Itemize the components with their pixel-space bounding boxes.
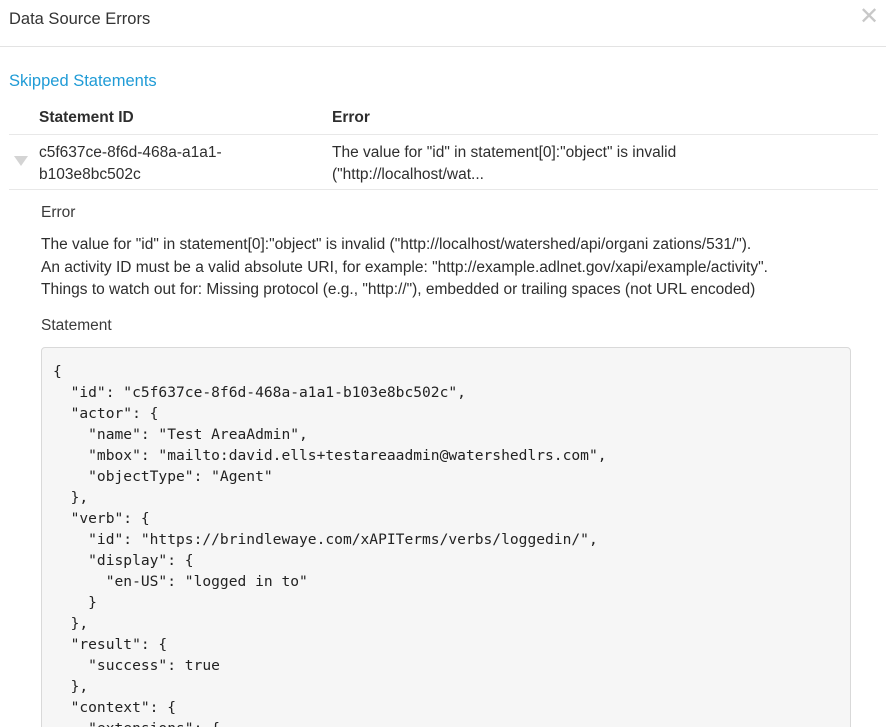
detail-statement-label: Statement: [41, 317, 112, 334]
statement-id-line: c5f637ce-8f6d-468a-a1a1-: [39, 144, 222, 161]
column-header-statement-id: Statement ID: [39, 109, 134, 126]
expand-toggle-icon[interactable]: [14, 156, 28, 166]
column-header-error: Error: [332, 109, 370, 126]
error-summary-line: The value for "id" in statement[0]:"obje…: [332, 144, 677, 161]
close-icon[interactable]: ✕: [859, 5, 879, 29]
statement-json: { "id": "c5f637ce-8f6d-468a-a1a1-b103e8b…: [53, 363, 607, 727]
table-row[interactable]: c5f637ce-8f6d-468a-a1a1- b103e8bc502c Th…: [9, 136, 878, 190]
statement-id-cell: c5f637ce-8f6d-468a-a1a1- b103e8bc502c: [39, 142, 269, 186]
modal-title: Data Source Errors: [9, 10, 151, 28]
error-cell: The value for "id" in statement[0]:"obje…: [332, 142, 752, 186]
table-header: Statement ID Error: [9, 107, 878, 135]
statement-code-block[interactable]: { "id": "c5f637ce-8f6d-468a-a1a1-b103e8b…: [41, 347, 851, 727]
skipped-statements-heading: Skipped Statements: [9, 72, 157, 90]
statement-id-line: b103e8bc502c: [39, 166, 141, 183]
error-summary-line: ("http://localhost/wat...: [332, 166, 484, 183]
modal-header: Data Source Errors ✕: [0, 0, 886, 47]
detail-error-message: The value for "id" in statement[0]:"obje…: [41, 234, 871, 302]
detail-error-label: Error: [41, 204, 76, 221]
error-message-line: An activity ID must be a valid absolute …: [41, 258, 768, 276]
error-message-line: The value for "id" in statement[0]:"obje…: [41, 236, 752, 253]
error-message-line: Things to watch out for: Missing protoco…: [41, 281, 756, 298]
